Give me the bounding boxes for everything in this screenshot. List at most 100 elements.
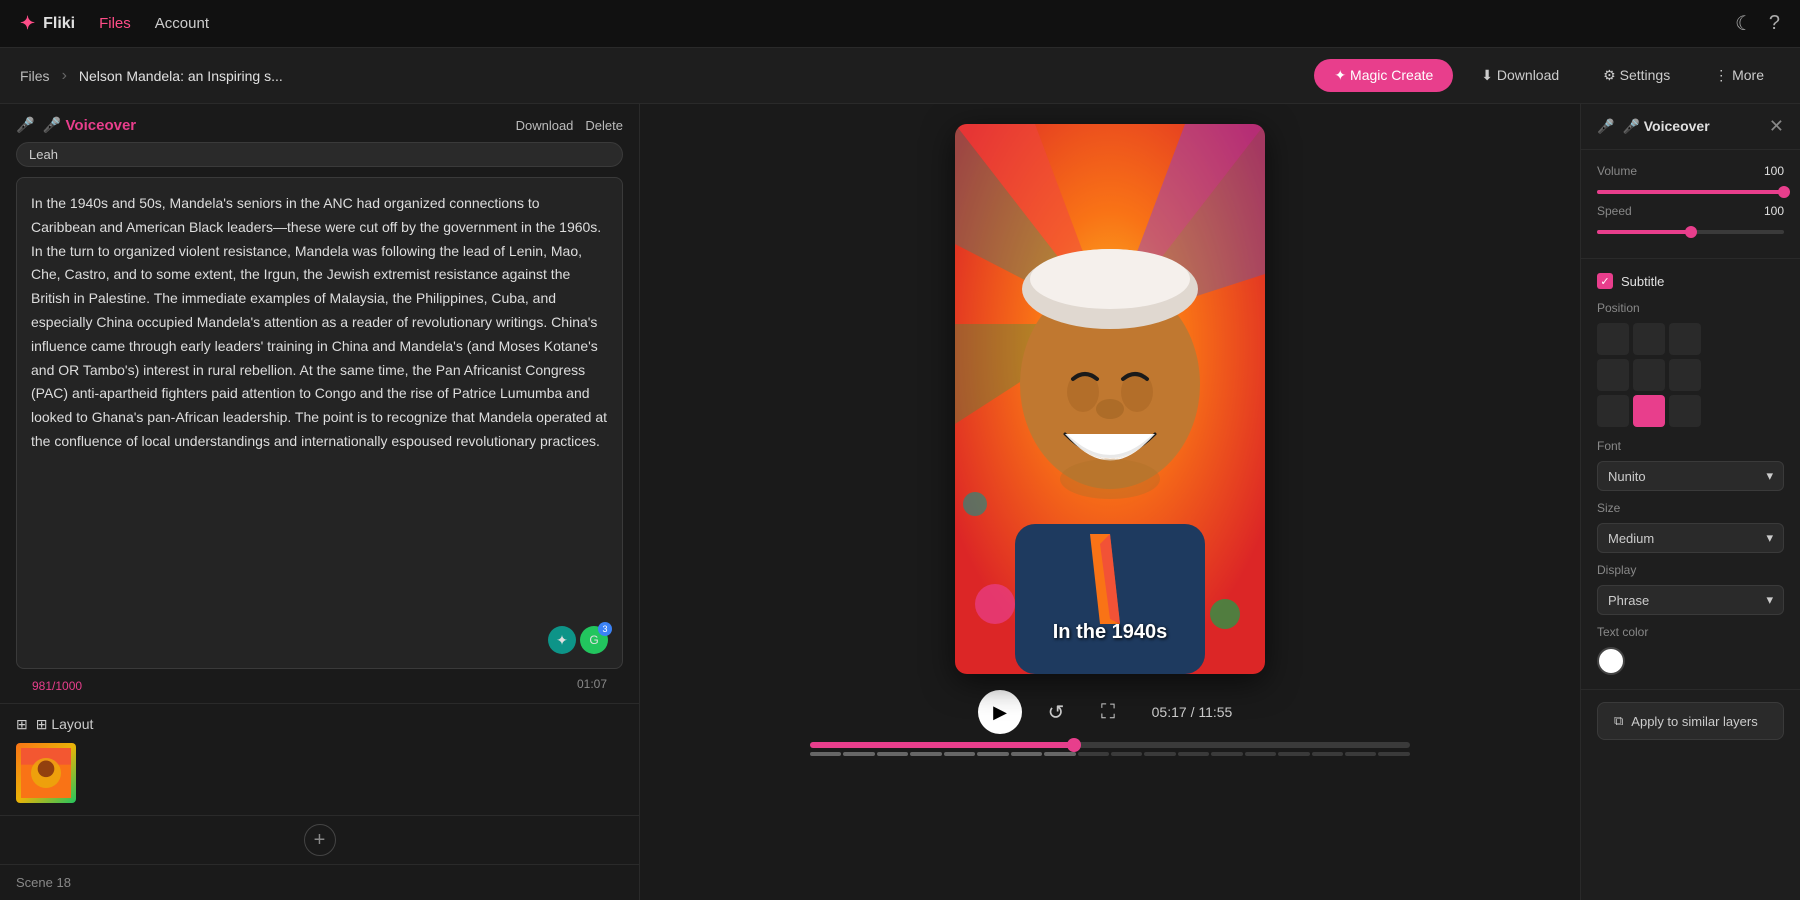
layout-label: ⊞ Layout [36, 716, 94, 733]
volume-row: Volume 100 [1597, 164, 1784, 178]
progress-thumb [1067, 738, 1081, 752]
time-display: 05:17 / 11:55 [1142, 704, 1242, 720]
breadcrumb-root[interactable]: Files [20, 68, 50, 84]
subtitle-overlay: In the 1940s [955, 621, 1265, 644]
breadcrumb-bar: Files › Nelson Mandela: an Inspiring s..… [0, 48, 1800, 104]
volume-slider[interactable] [1597, 190, 1784, 194]
voice-tag[interactable]: Leah [16, 142, 623, 167]
timeline-marker [1044, 752, 1075, 756]
add-scene-button[interactable]: + [304, 824, 336, 856]
font-chevron-icon: ▾ [1766, 468, 1773, 484]
nav-account[interactable]: Account [155, 15, 209, 32]
timeline-marker [1144, 752, 1175, 756]
subtitle-label: Subtitle [1621, 274, 1664, 289]
pos-bot-center[interactable] [1633, 395, 1665, 427]
app-logo: ✦ Fliki [20, 13, 75, 34]
controls-bar: ▶ ↺ ⛶ 05:17 / 11:55 [810, 690, 1410, 734]
timeline-marker [1245, 752, 1276, 756]
display-value: Phrase [1608, 593, 1649, 608]
scene-label: Scene 18 [0, 864, 639, 900]
apply-to-similar-button[interactable]: ⧉ Apply to similar layers [1597, 702, 1784, 740]
pos-bot-left[interactable] [1597, 395, 1629, 427]
char-count: 981/1000 [16, 673, 98, 699]
help-icon[interactable]: ? [1769, 12, 1780, 35]
display-label: Display [1597, 563, 1784, 577]
layout-section: ⊞ ⊞ Layout [0, 703, 639, 815]
timeline-marker [910, 752, 941, 756]
volume-section: Volume 100 Speed 100 [1581, 150, 1800, 259]
font-dropdown[interactable]: Nunito ▾ [1597, 461, 1784, 491]
timeline-marker [944, 752, 975, 756]
app-name: Fliki [43, 15, 75, 33]
timeline-marker [1111, 752, 1142, 756]
fullscreen-button[interactable]: ⛶ [1090, 694, 1126, 730]
voiceover-text-content[interactable]: In the 1940s and 50s, Mandela's seniors … [31, 192, 608, 454]
display-dropdown[interactable]: Phrase ▾ [1597, 585, 1784, 615]
pos-bot-right[interactable] [1669, 395, 1701, 427]
dark-mode-toggle[interactable]: ☾ [1735, 11, 1753, 36]
subtitle-text: In the 1940s [1053, 621, 1168, 643]
replay-button[interactable]: ↺ [1038, 694, 1074, 730]
speed-fill [1597, 230, 1691, 234]
nav-files[interactable]: Files [99, 15, 131, 32]
position-label: Position [1597, 301, 1784, 315]
text-color-picker[interactable] [1597, 647, 1625, 675]
speed-thumb [1685, 226, 1697, 238]
timeline-marker [1378, 752, 1409, 756]
timeline-marker [843, 752, 874, 756]
voiceover-download-button[interactable]: Download [516, 118, 574, 133]
display-chevron-icon: ▾ [1766, 592, 1773, 608]
pos-top-right[interactable] [1669, 323, 1701, 355]
play-button[interactable]: ▶ [978, 690, 1022, 734]
voiceover-delete-button[interactable]: Delete [585, 118, 623, 133]
settings-button[interactable]: ⚙ Settings [1587, 59, 1686, 92]
progress-fill [810, 742, 1074, 748]
pos-mid-center[interactable] [1633, 359, 1665, 391]
progress-bar[interactable] [810, 742, 1410, 748]
voiceover-text-area: In the 1940s and 50s, Mandela's seniors … [16, 177, 623, 669]
voiceover-title: 🎤 🎤 Voiceover [16, 116, 136, 134]
speed-slider[interactable] [1597, 230, 1784, 234]
top-nav: ✦ Fliki Files Account ☾ ? [0, 0, 1800, 48]
layout-thumbnail[interactable] [16, 743, 76, 803]
volume-fill [1597, 190, 1784, 194]
right-panel: 🎤 🎤 Voiceover ✕ Volume 100 Speed 100 [1580, 104, 1800, 900]
size-chevron-icon: ▾ [1766, 530, 1773, 546]
main-layout: 🎤 🎤 Voiceover Download Delete Leah In th… [0, 104, 1800, 900]
font-label: Font [1597, 439, 1784, 453]
rp-title-label: 🎤 Voiceover [1622, 118, 1709, 135]
position-grid [1597, 323, 1784, 427]
timeline-marker [1345, 752, 1376, 756]
video-controls: ▶ ↺ ⛶ 05:17 / 11:55 [810, 690, 1410, 756]
teal-assist-icon[interactable]: ✦ [548, 626, 576, 654]
breadcrumb-actions: ✦ Magic Create ⬇ Download ⚙ Settings ⋮ M… [1314, 59, 1780, 92]
text-color-label: Text color [1597, 625, 1784, 639]
magic-create-button[interactable]: ✦ Magic Create [1314, 59, 1453, 92]
rp-close-button[interactable]: ✕ [1769, 116, 1784, 137]
speed-label: Speed [1597, 204, 1748, 218]
timeline-marker [1011, 752, 1042, 756]
timeline-markers [810, 752, 1410, 756]
text-assistant-icons: ✦ G 3 [548, 626, 608, 654]
pos-mid-right[interactable] [1669, 359, 1701, 391]
pos-top-center[interactable] [1633, 323, 1665, 355]
voiceover-duration: 01:07 [561, 673, 623, 699]
more-button[interactable]: ⋮ More [1698, 59, 1780, 92]
download-button[interactable]: ⬇ Download [1465, 59, 1575, 92]
voiceover-header: 🎤 🎤 Voiceover Download Delete [0, 104, 639, 142]
size-label: Size [1597, 501, 1784, 515]
apply-label: Apply to similar layers [1631, 714, 1757, 729]
left-panel: 🎤 🎤 Voiceover Download Delete Leah In th… [0, 104, 640, 900]
size-dropdown[interactable]: Medium ▾ [1597, 523, 1784, 553]
pos-mid-left[interactable] [1597, 359, 1629, 391]
speed-value: 100 [1756, 204, 1784, 218]
logo-icon: ✦ [20, 13, 35, 34]
timeline-marker [1178, 752, 1209, 756]
voiceover-actions: Download Delete [516, 118, 623, 133]
timeline-marker [877, 752, 908, 756]
subtitle-checkbox[interactable]: ✓ [1597, 273, 1613, 289]
timeline-marker [1078, 752, 1109, 756]
apply-icon: ⧉ [1614, 713, 1623, 729]
green-assist-icon[interactable]: G 3 [580, 626, 608, 654]
pos-top-left[interactable] [1597, 323, 1629, 355]
